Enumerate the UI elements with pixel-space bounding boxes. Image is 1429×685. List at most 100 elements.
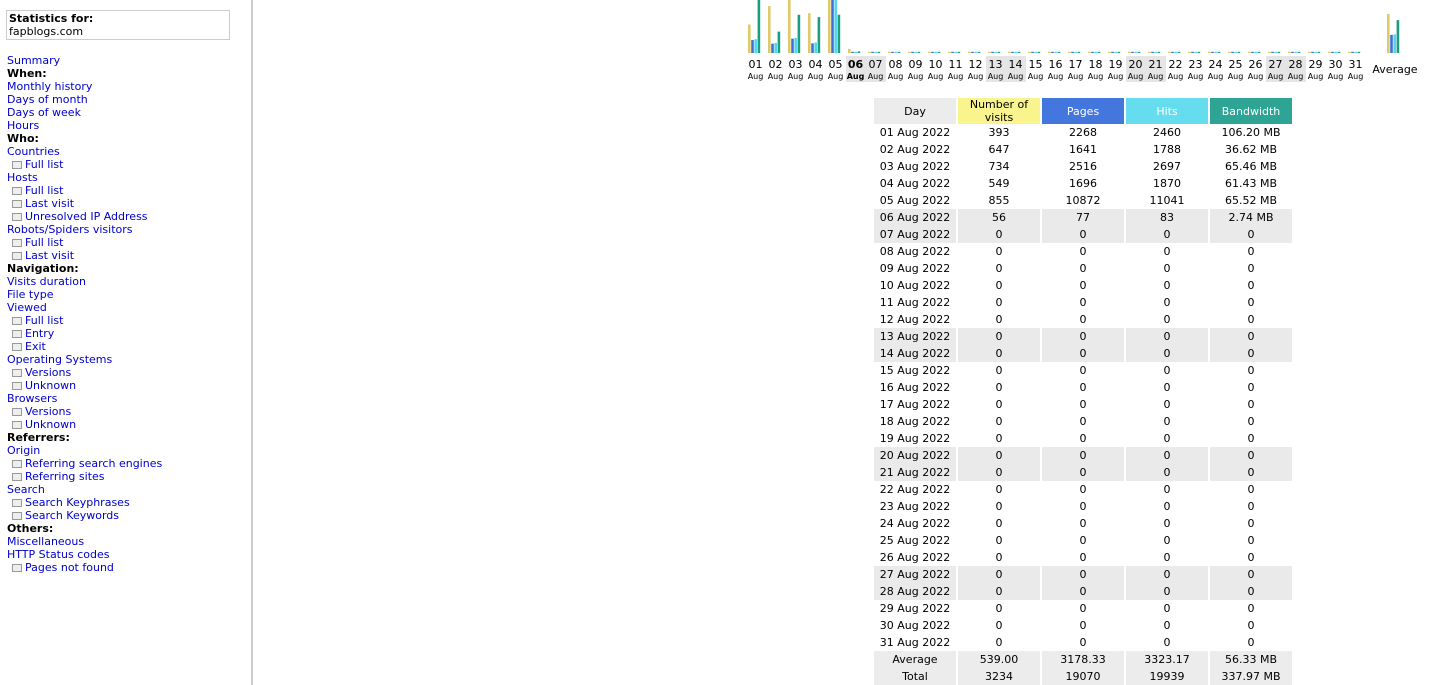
bar-pages-23 bbox=[1191, 51, 1194, 53]
menu-http-status-codes-link[interactable]: HTTP Status codes bbox=[7, 548, 109, 561]
menu-hosts-link[interactable]: Hosts bbox=[7, 171, 38, 184]
menu-hours-link[interactable]: Hours bbox=[7, 119, 39, 132]
bar-visits-06 bbox=[848, 48, 851, 53]
menu-monthly-history: Monthly history bbox=[7, 80, 247, 93]
cell-hits: 11041 bbox=[1149, 194, 1185, 207]
cell-bandwidth: 0 bbox=[1210, 226, 1292, 243]
menu-hosts-last-visit-link[interactable]: Last visit bbox=[25, 197, 74, 210]
menu-browsers-link[interactable]: Browsers bbox=[7, 392, 57, 405]
tick-label-day: 24 bbox=[1209, 58, 1223, 71]
menu-days-of-month-link[interactable]: Days of month bbox=[7, 93, 88, 106]
cell-day: 13 Aug 2022 bbox=[874, 328, 956, 345]
bar-bandwidth-27 bbox=[1277, 51, 1281, 53]
menu-viewed-link[interactable]: Viewed bbox=[7, 301, 47, 314]
menu-viewed-entry-link[interactable]: Entry bbox=[25, 327, 54, 340]
menu-viewed-exit-link[interactable]: Exit bbox=[25, 340, 46, 353]
menu-search-link[interactable]: Search bbox=[7, 483, 45, 496]
menu-origin-link[interactable]: Origin bbox=[7, 444, 40, 457]
tick-label-day: 30 bbox=[1329, 58, 1343, 71]
bar-hits-07 bbox=[874, 51, 877, 53]
menu-days-of-week: Days of week bbox=[7, 106, 247, 119]
menu-os-versions-link[interactable]: Versions bbox=[25, 366, 71, 379]
page-icon bbox=[12, 187, 22, 195]
menu-visits-duration-link[interactable]: Visits duration bbox=[7, 275, 86, 288]
bar-visits-16 bbox=[1048, 51, 1051, 53]
menu-browsers-unknown-link[interactable]: Unknown bbox=[25, 418, 76, 431]
cell-pages: 0 bbox=[1079, 432, 1087, 445]
bar-visits-12 bbox=[968, 51, 971, 53]
tick-label-day: 05 bbox=[829, 58, 843, 71]
menu-browsers-versions-link[interactable]: Versions bbox=[25, 405, 71, 418]
cell-visits: 0 bbox=[995, 398, 1003, 411]
bar-average-pages bbox=[1390, 34, 1393, 53]
menu-summary: Summary bbox=[7, 54, 247, 67]
menu-viewed-entry: Entry bbox=[7, 327, 247, 340]
cell-bandwidth: 0 bbox=[1210, 566, 1292, 583]
tick-label-month: Aug bbox=[1268, 72, 1284, 81]
cell-day: 20 Aug 2022 bbox=[874, 447, 956, 464]
menu-search-keyphrases-link[interactable]: Search Keyphrases bbox=[25, 496, 130, 509]
menu-summary-link[interactable]: Summary bbox=[7, 54, 60, 67]
bar-bandwidth-03 bbox=[797, 14, 801, 54]
cell-pages: 0 bbox=[1079, 602, 1087, 615]
menu-hosts-full-list-link[interactable]: Full list bbox=[25, 184, 63, 197]
bar-bandwidth-22 bbox=[1177, 51, 1181, 53]
bar-hits-12 bbox=[974, 51, 977, 53]
menu-referring-sites-link[interactable]: Referring sites bbox=[25, 470, 105, 483]
cell-hits: 0 bbox=[1163, 432, 1171, 445]
menu-days-of-week-link[interactable]: Days of week bbox=[7, 106, 81, 119]
cell-pages: 19070 bbox=[1042, 668, 1124, 685]
cell-visits: 0 bbox=[995, 517, 1003, 530]
menu-referring-search-engines-link[interactable]: Referring search engines bbox=[25, 457, 162, 470]
menu-file-type-link[interactable]: File type bbox=[7, 288, 53, 301]
menu-os-unknown-link[interactable]: Unknown bbox=[25, 379, 76, 392]
table-row: 11 Aug 2022 0 0 0 0 bbox=[874, 294, 1292, 311]
tick-label-day: 15 bbox=[1029, 58, 1043, 71]
bar-pages-11 bbox=[951, 51, 954, 53]
cell-pages: 2268 bbox=[1069, 126, 1097, 139]
tick-label-month: Aug bbox=[1248, 72, 1264, 81]
cell-day: 12 Aug 2022 bbox=[879, 313, 951, 326]
cell-visits: 0 bbox=[958, 345, 1040, 362]
menu-search-keywords-link[interactable]: Search Keywords bbox=[25, 509, 119, 522]
menu-pages-not-found-link[interactable]: Pages not found bbox=[25, 561, 114, 574]
bar-pages-08 bbox=[891, 51, 894, 53]
tick-label-day: 27 bbox=[1269, 58, 1283, 71]
bar-visits-03 bbox=[788, 0, 791, 53]
cell-pages: 0 bbox=[1079, 398, 1087, 411]
menu-operating-systems-link[interactable]: Operating Systems bbox=[7, 353, 112, 366]
cell-bandwidth: 0 bbox=[1210, 345, 1292, 362]
table-row: 09 Aug 2022 0 0 0 0 bbox=[874, 260, 1292, 277]
cell-bandwidth: 56.33 MB bbox=[1210, 651, 1292, 668]
page-icon bbox=[12, 200, 22, 208]
bar-pages-09 bbox=[911, 51, 914, 53]
tick-label-month: Aug bbox=[1348, 72, 1364, 81]
tick-label-day: 29 bbox=[1309, 58, 1323, 71]
menu-search-keyphrases: Search Keyphrases bbox=[7, 496, 247, 509]
menu-origin: Origin bbox=[7, 444, 247, 457]
table-row: 07 Aug 2022 0 0 0 0 bbox=[874, 226, 1292, 243]
menu-monthly-history-link[interactable]: Monthly history bbox=[7, 80, 92, 93]
menu-countries-full-list-link[interactable]: Full list bbox=[25, 158, 63, 171]
page-icon bbox=[12, 473, 22, 481]
cell-bandwidth: 0 bbox=[1247, 245, 1255, 258]
menu-viewed-full-list-link[interactable]: Full list bbox=[25, 314, 63, 327]
menu-robots-full-list-link[interactable]: Full list bbox=[25, 236, 63, 249]
menu-miscellaneous-link[interactable]: Miscellaneous bbox=[7, 535, 84, 548]
cell-bandwidth: 0 bbox=[1247, 534, 1255, 547]
cell-hits: 0 bbox=[1163, 296, 1171, 309]
cell-hits: 0 bbox=[1126, 226, 1208, 243]
menu-robots-last-visit-link[interactable]: Last visit bbox=[25, 249, 74, 262]
sidebar: Statistics for: fapblogs.com Summary When… bbox=[0, 0, 253, 685]
menu-robots-link[interactable]: Robots/Spiders visitors bbox=[7, 223, 133, 236]
cell-day: 26 Aug 2022 bbox=[879, 551, 951, 564]
menu-hosts-unresolved-ip-link[interactable]: Unresolved IP Address bbox=[25, 210, 148, 223]
menu-countries-link[interactable]: Countries bbox=[7, 145, 60, 158]
tick-label-month: Aug bbox=[868, 72, 884, 81]
table-row: 28 Aug 2022 0 0 0 0 bbox=[874, 583, 1292, 600]
cell-visits: 647 bbox=[988, 143, 1010, 156]
navigation-menu: Summary When: Monthly history Days of month… bbox=[7, 54, 247, 574]
bar-visits-05 bbox=[828, 0, 831, 53]
table-row: 20 Aug 2022 0 0 0 0 bbox=[874, 447, 1292, 464]
cell-bandwidth: 0 bbox=[1247, 313, 1255, 326]
